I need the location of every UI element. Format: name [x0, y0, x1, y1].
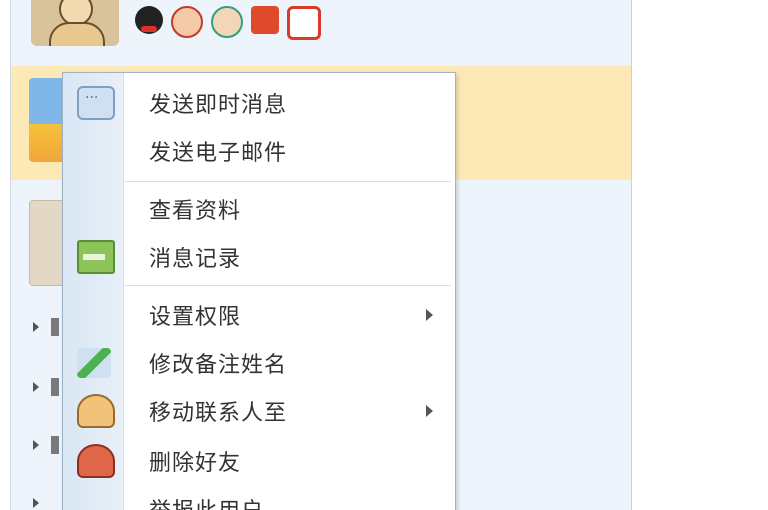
group-expand-arrow-icon[interactable] [33, 322, 39, 332]
menu-item-set-permissions[interactable]: 设置权限 [63, 291, 455, 339]
qq-window: 发送即时消息 发送电子邮件 查看资料 消息记录 设置权限 修改备注姓名 移动联系… [0, 0, 768, 510]
menu-item-label: 设置权限 [149, 305, 242, 330]
qzone-home-icon[interactable] [287, 6, 321, 40]
contact-context-menu: 发送即时消息 发送电子邮件 查看资料 消息记录 设置权限 修改备注姓名 移动联系… [62, 72, 456, 510]
menu-item-label: 发送即时消息 [149, 93, 288, 118]
qq-penguin-icon[interactable] [135, 6, 163, 34]
menu-item-label: 发送电子邮件 [149, 141, 288, 166]
submenu-arrow-icon [426, 309, 433, 321]
contact-icon[interactable] [211, 6, 243, 38]
group-label-fragment [51, 378, 59, 396]
menu-item-label: 查看资料 [149, 199, 242, 224]
message-history-icon [77, 240, 115, 274]
menu-item-send-instant-message[interactable]: 发送即时消息 [63, 79, 455, 127]
move-contact-icon [77, 394, 115, 428]
menu-separator [125, 181, 451, 182]
menu-item-move-contact-to[interactable]: 移动联系人至 [63, 387, 455, 435]
menu-item-view-profile[interactable]: 查看资料 [63, 185, 455, 233]
menu-item-edit-remark-name[interactable]: 修改备注姓名 [63, 339, 455, 387]
menu-separator [125, 285, 451, 286]
group-label-fragment [51, 318, 59, 336]
menu-item-report-user[interactable]: 举报此用户 [63, 485, 455, 510]
group-expand-arrow-icon[interactable] [33, 498, 39, 508]
group-expand-arrow-icon[interactable] [33, 440, 39, 450]
group-label-fragment [51, 436, 59, 454]
mailbox-icon[interactable] [251, 6, 279, 34]
menu-item-delete-friend[interactable]: 删除好友 [63, 437, 455, 485]
menu-item-label: 举报此用户 [149, 493, 264, 510]
submenu-arrow-icon [426, 405, 433, 417]
menu-item-label: 修改备注姓名 [149, 353, 288, 378]
menu-item-send-email[interactable]: 发送电子邮件 [63, 127, 455, 175]
menu-item-message-history[interactable]: 消息记录 [63, 233, 455, 281]
friend-icon[interactable] [171, 6, 203, 38]
menu-item-label: 删除好友 [149, 451, 242, 476]
user-avatar[interactable] [31, 0, 119, 46]
app-shortcut-bar [135, 6, 321, 40]
avatar-body-shape [49, 22, 105, 46]
message-bubble-icon [77, 86, 115, 120]
edit-note-icon [77, 348, 111, 378]
menu-item-label: 消息记录 [149, 247, 242, 272]
delete-friend-icon [77, 444, 115, 478]
group-expand-arrow-icon[interactable] [33, 382, 39, 392]
menu-item-label: 移动联系人至 [149, 401, 288, 426]
